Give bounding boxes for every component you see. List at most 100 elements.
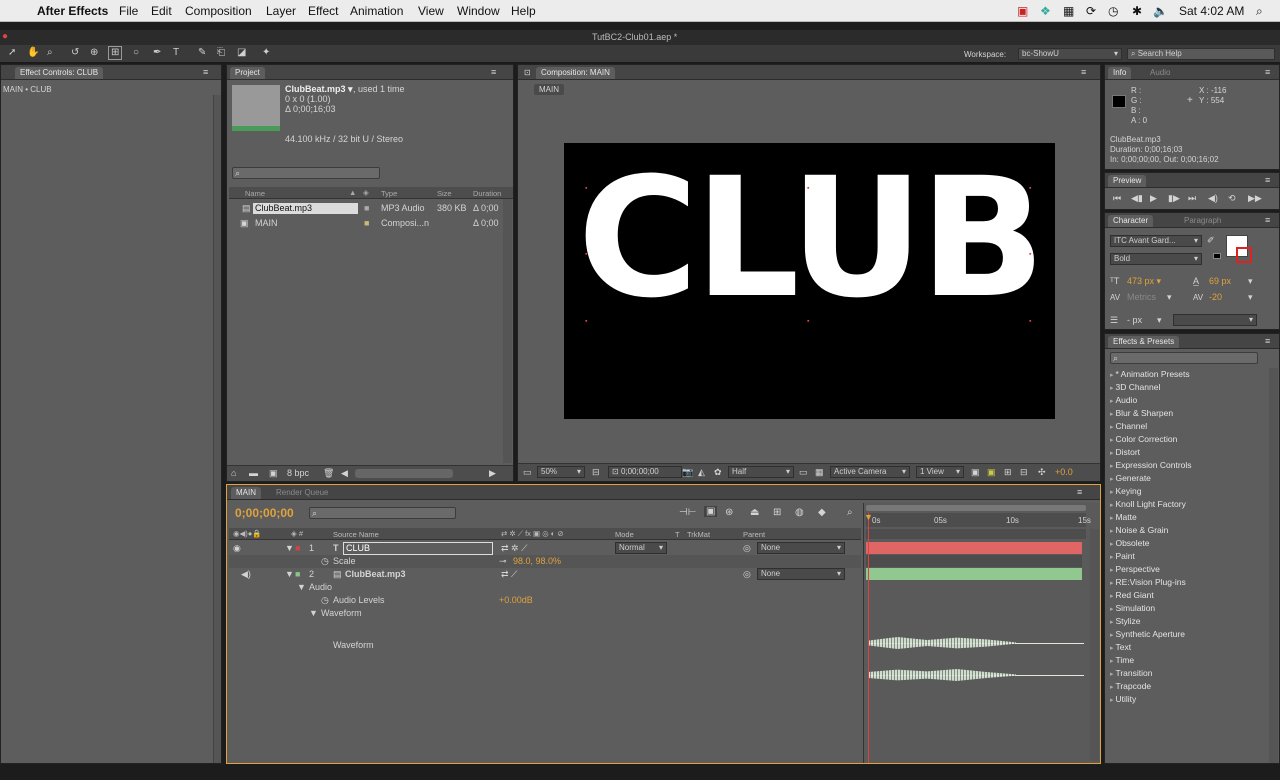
effect-category[interactable]: Synthetic Aperture: [1110, 629, 1184, 639]
effect-category[interactable]: Expression Controls: [1110, 460, 1191, 470]
play-icon[interactable]: ▶: [1150, 193, 1157, 204]
mute-audio-icon[interactable]: ◀): [1208, 193, 1218, 204]
comp-text-layer[interactable]: CLUB: [564, 156, 1055, 321]
parent-select[interactable]: None ▾: [757, 542, 845, 554]
label-swatch[interactable]: ■: [364, 218, 369, 229]
composition-mini-flowchart-icon[interactable]: ⊣⊢: [679, 507, 696, 518]
project-item[interactable]: ▣ MAIN ■ Composi...n Δ 0;00: [229, 217, 513, 230]
menu-effect[interactable]: Effect: [308, 4, 338, 18]
bounding-handle[interactable]: ▪: [807, 183, 809, 194]
work-area-bar[interactable]: [866, 529, 1086, 539]
first-frame-icon[interactable]: ⏮: [1113, 193, 1121, 204]
transparency-grid-icon[interactable]: ▦: [815, 467, 824, 478]
project-search-input[interactable]: ⌕: [232, 167, 380, 179]
status-icon[interactable]: ▦: [1063, 4, 1074, 18]
comp-navigator-tab[interactable]: MAIN: [534, 84, 564, 95]
layer-bar-audio[interactable]: [866, 568, 1082, 580]
stopwatch-icon[interactable]: ◷: [321, 595, 329, 606]
audio-levels-value[interactable]: +0.00dB: [499, 595, 533, 606]
camera-select[interactable]: Active Camera ▾: [830, 466, 910, 478]
effect-category[interactable]: Audio: [1110, 395, 1137, 405]
effect-category[interactable]: Matte: [1110, 512, 1136, 522]
scrollbar[interactable]: [213, 95, 221, 763]
ram-preview-icon[interactable]: ▶▶: [1248, 193, 1262, 204]
tab-effects-presets[interactable]: Effects & Presets: [1108, 336, 1180, 348]
layer-name[interactable]: ClubBeat.mp3: [345, 569, 406, 580]
selection-tool-icon[interactable]: ➚: [8, 47, 16, 59]
effect-category[interactable]: Stylize: [1110, 616, 1140, 626]
tab-render-queue[interactable]: Render Queue: [271, 487, 333, 499]
app-menu[interactable]: After Effects: [37, 4, 108, 18]
panel-menu-icon[interactable]: ≡: [1265, 215, 1270, 226]
next-frame-icon[interactable]: ▮▶: [1168, 193, 1180, 204]
effect-category[interactable]: Simulation: [1110, 603, 1155, 613]
toggle-pixel-aspect-icon[interactable]: ▣: [971, 467, 980, 478]
scroll-left-icon[interactable]: ◀: [341, 468, 348, 479]
effect-category[interactable]: Keying: [1110, 486, 1141, 496]
visibility-eye-icon[interactable]: ◉: [233, 543, 241, 554]
trash-icon[interactable]: 🗑: [323, 468, 334, 479]
property-row[interactable]: ◷ Scale ⊸ 98.0, 98.0%: [229, 555, 861, 568]
link-icon[interactable]: ⊸: [499, 556, 507, 567]
spotlight-icon[interactable]: ⌕: [1256, 4, 1263, 18]
current-time-indicator[interactable]: [868, 513, 869, 763]
pick-whip-icon[interactable]: ◎: [743, 569, 751, 580]
layer-bar-club[interactable]: [866, 542, 1082, 554]
effect-category[interactable]: Obsolete: [1110, 538, 1149, 548]
loop-icon[interactable]: ⟲: [1228, 193, 1236, 204]
time-ruler[interactable]: 0s 05s 10s 15s: [866, 513, 1091, 527]
layer-switches-icon[interactable]: ⇄ ✲ ⟋: [501, 543, 527, 554]
tab-preview[interactable]: Preview: [1108, 175, 1147, 187]
timeline-search-input[interactable]: ⌕: [309, 507, 456, 519]
effect-category[interactable]: Trapcode: [1110, 681, 1151, 691]
col-parent[interactable]: Parent: [743, 529, 765, 540]
new-composition-icon[interactable]: ▣: [269, 468, 278, 479]
blend-mode-select[interactable]: Normal ▾: [615, 542, 667, 554]
zoom-tool-icon[interactable]: ⌕: [47, 47, 53, 59]
search-icon[interactable]: ⌕: [847, 507, 853, 518]
clock[interactable]: Sat 4:02 AM: [1179, 4, 1244, 18]
effect-category[interactable]: Paint: [1110, 551, 1134, 561]
type-tool-icon[interactable]: T: [173, 47, 179, 59]
exposure-icon[interactable]: ✣: [1038, 467, 1046, 478]
fast-previews-icon[interactable]: ▣: [987, 467, 996, 478]
col-mode[interactable]: Mode: [615, 529, 634, 540]
playhead-icon[interactable]: ▼: [864, 512, 873, 523]
horizontal-scrollbar[interactable]: [355, 469, 453, 478]
tab-project[interactable]: Project: [230, 67, 265, 79]
scrollbar[interactable]: [1269, 368, 1278, 763]
expand-triangle-icon[interactable]: ▼: [309, 608, 318, 619]
time-machine-icon[interactable]: ◷: [1108, 4, 1118, 18]
audio-speaker-icon[interactable]: ◀): [241, 569, 251, 580]
comp-canvas[interactable]: CLUB ▪ ▪ ▪ ▪ ▪ ▪ ▪ ▪: [564, 143, 1055, 419]
search-help-input[interactable]: ⌕ Search Help: [1127, 48, 1275, 60]
clone-stamp-tool-icon[interactable]: ⎗: [217, 47, 225, 59]
bit-depth-label[interactable]: 8 bpc: [287, 468, 309, 479]
expand-triangle-icon[interactable]: ▼: [297, 582, 306, 593]
menu-help[interactable]: Help: [511, 4, 536, 18]
project-item[interactable]: ▤ ClubBeat.mp3 ■ MP3 Audio 380 KB Δ 0;00: [229, 202, 513, 215]
tab-composition[interactable]: Composition: MAIN: [536, 67, 615, 79]
menu-view[interactable]: View: [418, 4, 444, 18]
bluetooth-icon[interactable]: ✱: [1132, 4, 1142, 18]
property-group-row[interactable]: ▼ Waveform: [229, 607, 861, 620]
sort-icon[interactable]: ▲: [349, 187, 356, 198]
label-icon[interactable]: ◈ #: [291, 528, 303, 539]
time-navigator[interactable]: [866, 505, 1086, 511]
tab-info[interactable]: Info: [1108, 67, 1132, 79]
panel-menu-icon[interactable]: ≡: [1265, 67, 1270, 78]
effect-category[interactable]: Perspective: [1110, 564, 1159, 574]
col-size[interactable]: Size: [437, 188, 452, 199]
scrollbar[interactable]: [503, 199, 512, 463]
col-source-name[interactable]: Source Name: [333, 529, 379, 540]
col-name[interactable]: Name: [245, 188, 265, 199]
region-of-interest-icon[interactable]: ▭: [799, 467, 808, 478]
previous-frame-icon[interactable]: ◀▮: [1131, 193, 1143, 204]
menu-file[interactable]: File: [119, 4, 138, 18]
label-swatch[interactable]: ■: [364, 203, 369, 214]
camera-tool-icon[interactable]: ⊕: [90, 47, 98, 59]
panel-menu-icon[interactable]: ≡: [1265, 175, 1270, 186]
tab-timeline-main[interactable]: MAIN: [231, 487, 261, 499]
expand-triangle-icon[interactable]: ▼: [285, 569, 294, 580]
last-frame-icon[interactable]: ⏭: [1188, 193, 1196, 204]
